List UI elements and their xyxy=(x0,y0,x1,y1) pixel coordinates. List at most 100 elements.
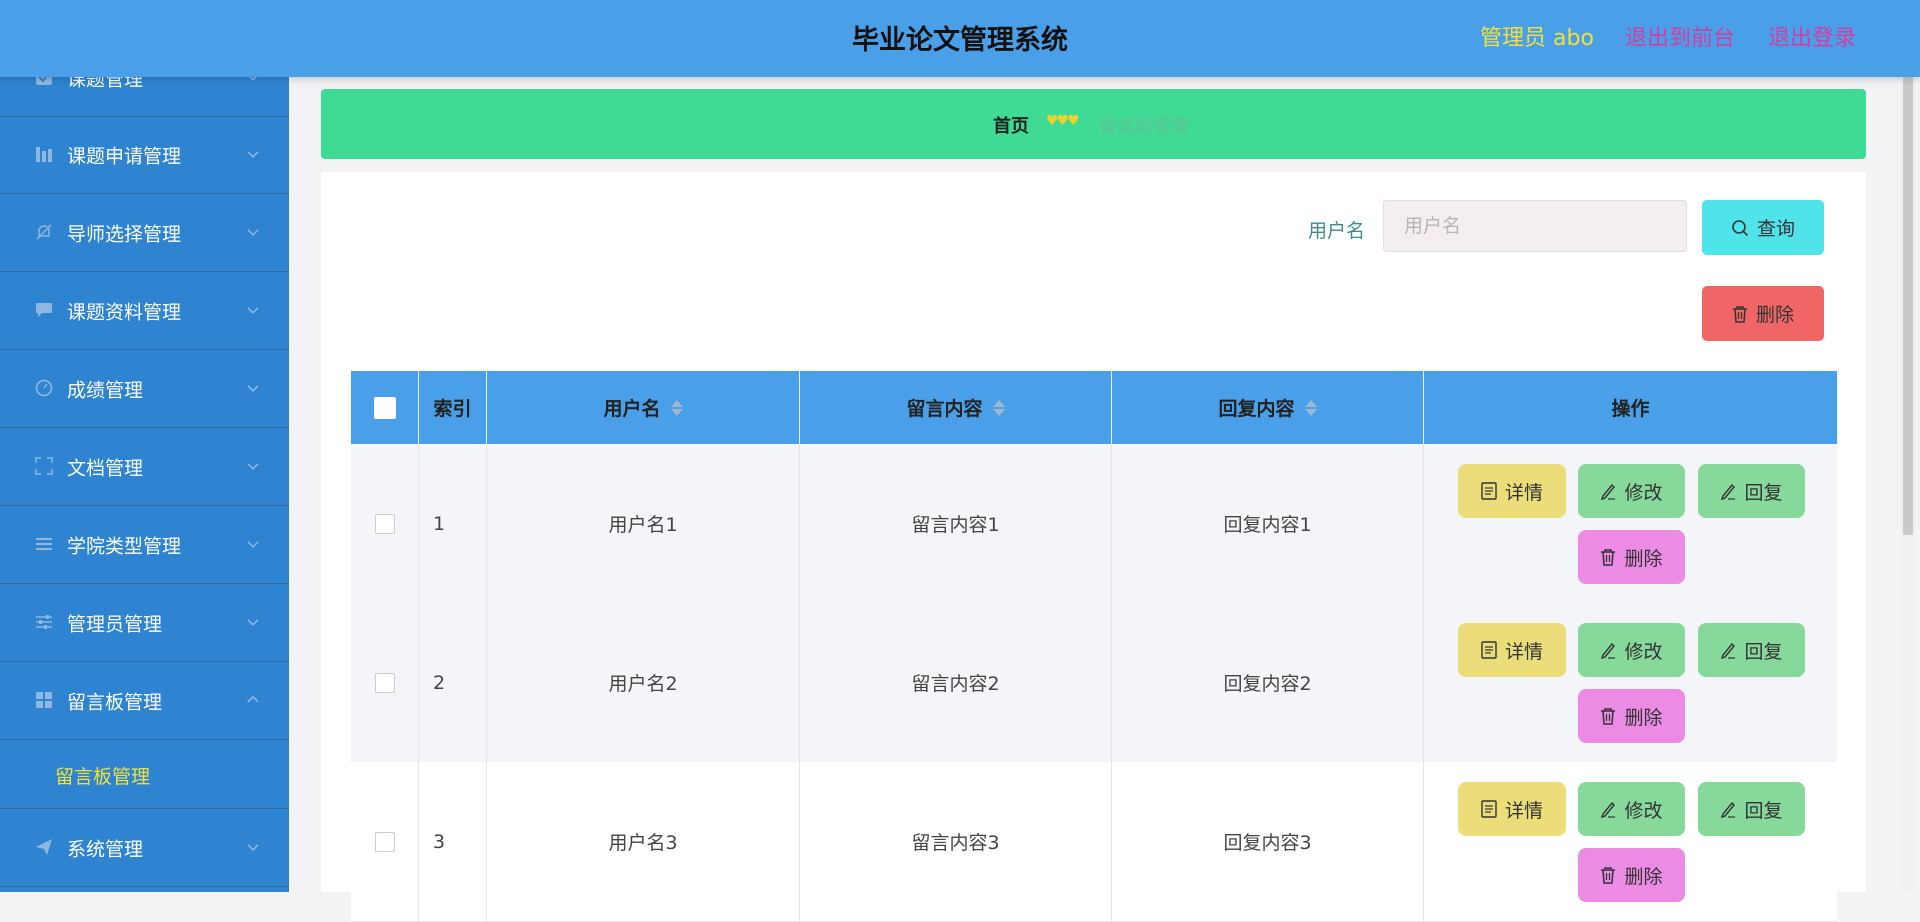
delete-label: 删除 xyxy=(1624,547,1663,570)
sidebar-item-grades[interactable]: 成绩管理 xyxy=(0,350,289,428)
row-checkbox[interactable] xyxy=(374,831,395,852)
delete-button[interactable]: 删除 xyxy=(1578,530,1685,584)
edit-label: 修改 xyxy=(1624,481,1663,504)
reply-cell: 回复内容2 xyxy=(1112,603,1424,762)
logout-link[interactable]: 退出登录 xyxy=(1768,20,1856,52)
sort-icon[interactable] xyxy=(992,399,1005,417)
reply-button[interactable]: 回复 xyxy=(1698,782,1805,836)
pencil-icon xyxy=(1721,642,1736,659)
col-reply[interactable]: 回复内容 xyxy=(1112,371,1424,444)
fullscreen-icon xyxy=(34,456,54,477)
row-checkbox[interactable] xyxy=(374,513,395,534)
username-cell: 用户名3 xyxy=(487,762,800,921)
detail-button[interactable]: 详情 xyxy=(1458,782,1566,836)
sidebar: 课题管理 课题申请管理 导师选择管理 课题资料管理 成绩管理 文档管理 学院类型… xyxy=(0,77,289,892)
document-icon xyxy=(1481,800,1497,818)
sidebar-item-label: 管理员管理 xyxy=(67,613,163,635)
sidebar-subitem-message-board[interactable]: 留言板管理 xyxy=(0,740,289,809)
table-row: 3 用户名3 留言内容3 回复内容3 详情 修改 回复 删除 xyxy=(351,762,1837,922)
table-header: 索引 用户名 留言内容 回复内容 操作 xyxy=(351,371,1837,444)
breadcrumb-home[interactable]: 首页 xyxy=(993,112,1029,138)
reply-cell: 回复内容1 xyxy=(1112,444,1424,603)
delete-button[interactable]: 删除 xyxy=(1578,689,1685,743)
actions-cell: 详情 修改 回复 删除 xyxy=(1424,444,1837,603)
breadcrumb-current: 留言板管理 xyxy=(1099,116,1189,137)
chat-icon xyxy=(34,301,54,321)
row-checkbox-cell xyxy=(351,762,419,921)
reply-button[interactable]: 回复 xyxy=(1698,464,1805,518)
col-username-label: 用户名 xyxy=(603,398,661,420)
col-index-label: 索引 xyxy=(433,398,472,420)
col-username[interactable]: 用户名 xyxy=(487,371,800,444)
detail-button[interactable]: 详情 xyxy=(1458,464,1566,518)
scrollbar-thumb[interactable] xyxy=(1903,77,1913,535)
index-cell: 1 xyxy=(419,444,487,603)
sidebar-item-system[interactable]: 系统管理 xyxy=(0,809,289,887)
detail-button[interactable]: 详情 xyxy=(1458,623,1566,677)
col-message-label: 留言内容 xyxy=(906,398,983,420)
reply-cell: 回复内容3 xyxy=(1112,762,1424,921)
sidebar-item-tutor[interactable]: 导师选择管理 xyxy=(0,194,289,272)
message-cell: 留言内容3 xyxy=(800,762,1112,921)
sidebar-item-label: 课题申请管理 xyxy=(67,145,182,167)
sidebar-subitem-label[interactable]: 留言板管理 xyxy=(55,762,150,789)
pencil-icon xyxy=(1721,801,1736,818)
select-all-checkbox[interactable] xyxy=(373,396,396,419)
reply-label: 回复 xyxy=(1744,481,1783,504)
edit-button[interactable]: 修改 xyxy=(1578,464,1685,518)
trash-icon xyxy=(1601,549,1616,566)
sidebar-item-topic[interactable]: 课题管理 xyxy=(0,77,289,117)
delete-label: 删除 xyxy=(1624,706,1663,729)
row-checkbox[interactable] xyxy=(374,672,395,693)
row-checkbox-cell xyxy=(351,603,419,762)
detail-label: 详情 xyxy=(1504,640,1543,663)
search-icon xyxy=(1732,219,1749,236)
chevron-down-icon xyxy=(247,228,259,236)
breadcrumb: 首页 ♥♥♥ 留言板管理 xyxy=(321,89,1866,159)
col-index: 索引 xyxy=(419,371,487,444)
sidebar-item-label: 导师选择管理 xyxy=(67,223,182,245)
col-reply-label: 回复内容 xyxy=(1218,398,1295,420)
exit-to-front-link[interactable]: 退出到前台 xyxy=(1625,20,1735,52)
sort-icon[interactable] xyxy=(1304,399,1317,417)
sidebar-item-college-type[interactable]: 学院类型管理 xyxy=(0,506,289,584)
pencil-icon xyxy=(1601,642,1616,659)
grid-icon xyxy=(34,691,54,711)
paper-plane-icon xyxy=(34,838,54,858)
sidebar-item-topic-apply[interactable]: 课题申请管理 xyxy=(0,116,289,194)
query-button-label: 查询 xyxy=(1756,218,1795,240)
username-search-input[interactable] xyxy=(1383,200,1687,252)
message-cell: 留言内容2 xyxy=(800,603,1112,762)
actions-cell: 详情 修改 回复 删除 xyxy=(1424,762,1837,921)
pencil-icon xyxy=(1601,801,1616,818)
document-icon xyxy=(1481,482,1497,500)
message-cell: 留言内容1 xyxy=(800,444,1112,603)
col-actions: 操作 xyxy=(1424,371,1837,444)
sidebar-item-label: 留言板管理 xyxy=(67,691,163,713)
delete-button[interactable]: 删除 xyxy=(1578,848,1685,902)
sidebar-item-message-board[interactable]: 留言板管理 xyxy=(0,662,289,740)
trash-icon xyxy=(1601,708,1616,725)
sidebar-item-documents[interactable]: 文档管理 xyxy=(0,428,289,506)
sort-icon[interactable] xyxy=(670,399,683,417)
sidebar-item-admin[interactable]: 管理员管理 xyxy=(0,584,289,662)
edit-label: 修改 xyxy=(1624,799,1663,822)
pencil-icon xyxy=(1601,483,1616,500)
batch-delete-button[interactable]: 删除 xyxy=(1702,286,1824,341)
sidebar-item-materials[interactable]: 课题资料管理 xyxy=(0,272,289,350)
chevron-down-icon xyxy=(249,77,257,81)
edit-button[interactable]: 修改 xyxy=(1578,623,1685,677)
detail-label: 详情 xyxy=(1504,481,1543,504)
gauge-icon xyxy=(34,379,54,399)
edit-button[interactable]: 修改 xyxy=(1578,782,1685,836)
reply-button[interactable]: 回复 xyxy=(1698,623,1805,677)
sidebar-item-label: 文档管理 xyxy=(67,457,144,479)
sidebar-item-label: 课题资料管理 xyxy=(67,301,182,323)
detail-label: 详情 xyxy=(1504,799,1543,822)
reply-label: 回复 xyxy=(1744,799,1783,822)
index-cell: 2 xyxy=(419,603,487,762)
page-scrollbar[interactable] xyxy=(1901,77,1915,892)
pencil-icon xyxy=(1721,483,1736,500)
col-message[interactable]: 留言内容 xyxy=(800,371,1112,444)
query-button[interactable]: 查询 xyxy=(1702,200,1824,255)
